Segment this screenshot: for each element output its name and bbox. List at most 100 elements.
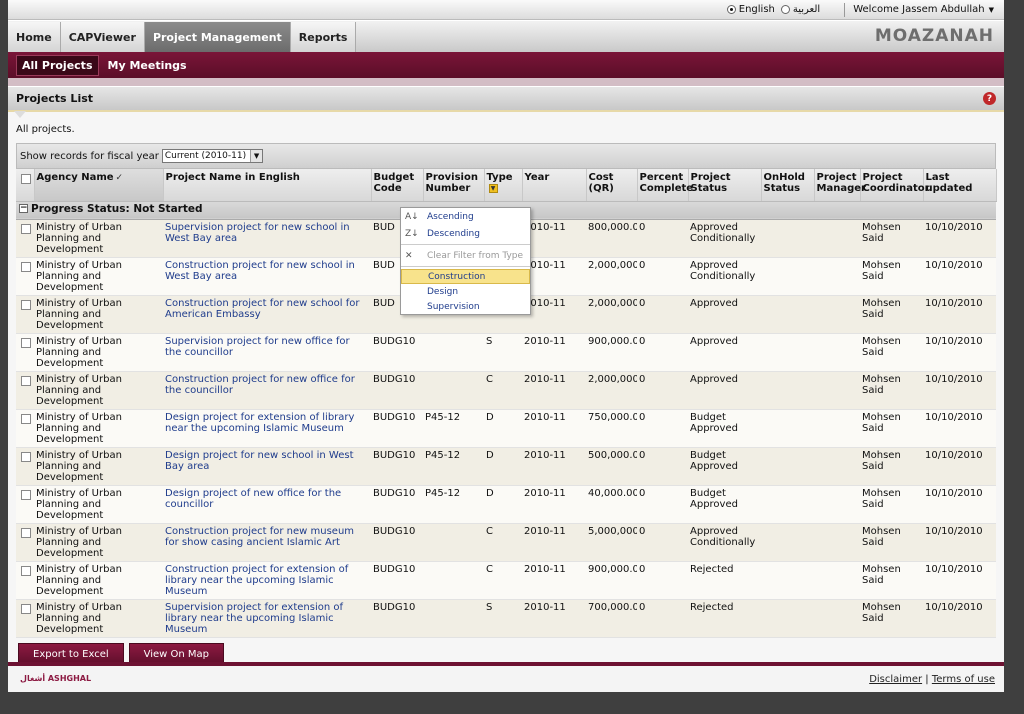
project-name-link[interactable]: Design project for extension of library … (163, 409, 371, 448)
status-cell: Budget Approved (688, 409, 761, 448)
table-row[interactable]: Ministry of Urban Planning and Developme… (16, 447, 996, 486)
col-percent-complete[interactable]: Percent Complete (637, 169, 693, 202)
project-name-link[interactable]: Construction project for new school for … (163, 295, 371, 334)
budget-code-cell: BUDG10 (371, 333, 423, 372)
col-provision-number[interactable]: Provision Number (423, 169, 485, 202)
table-row[interactable]: Ministry of Urban Planning and Developme… (16, 409, 996, 448)
tab-home[interactable]: Home (8, 22, 61, 52)
col-last-updated[interactable]: Last updated (923, 169, 997, 202)
updated-cell: 10/10/2010 (923, 599, 996, 638)
row-checkbox[interactable] (21, 223, 31, 234)
project-name-link[interactable]: Supervision project for new office for t… (163, 333, 371, 372)
subtab-all-projects[interactable]: All Projects (16, 54, 99, 76)
row-checkbox[interactable] (21, 451, 31, 462)
year-cell: 2010-11 (522, 599, 586, 638)
table-row[interactable]: Ministry of Urban Planning and Developme… (16, 561, 996, 600)
percent-cell: 0 (637, 447, 688, 486)
project-name-link[interactable]: Construction project for new museum for … (163, 523, 371, 562)
menu-clear-filter[interactable]: ✕ Clear Filter from Type (401, 247, 530, 264)
agency-cell: Ministry of Urban Planning and Developme… (34, 295, 163, 334)
year-cell: 2010-11 (522, 485, 586, 524)
percent-cell: 0 (637, 295, 688, 334)
coordinator-cell: Mohsen Said (860, 219, 923, 258)
tab-reports[interactable]: Reports (290, 22, 357, 52)
row-checkbox[interactable] (21, 261, 31, 272)
tab-project-management[interactable]: Project Management (144, 22, 291, 52)
radio-english[interactable] (726, 5, 736, 14)
select-all-checkbox[interactable] (21, 174, 31, 184)
col-year[interactable]: Year (522, 169, 587, 202)
radio-arabic[interactable] (780, 5, 790, 14)
menu-clear-filter-label: Clear Filter from Type (427, 250, 524, 261)
table-row[interactable]: Ministry of Urban Planning and Developme… (16, 333, 996, 372)
col-project-name[interactable]: Project Name in English (163, 169, 372, 202)
row-checkbox[interactable] (21, 489, 31, 500)
project-name-link[interactable]: Supervision project for extension of lib… (163, 599, 371, 638)
row-checkbox[interactable] (21, 565, 31, 576)
table-row[interactable]: Ministry of Urban Planning and Developme… (16, 371, 996, 410)
help-icon[interactable]: ? (983, 92, 996, 105)
year-cell: 2010-11 (522, 371, 586, 410)
chevron-down-icon: ▼ (988, 5, 994, 14)
onhold-cell (761, 409, 814, 448)
cost-cell: 2,000,000.00 (586, 257, 637, 296)
budget-code-cell: BUDG10 (371, 599, 423, 638)
row-checkbox[interactable] (21, 603, 31, 614)
disclaimer-link[interactable]: Disclaimer (869, 674, 922, 685)
manager-cell (814, 599, 860, 638)
project-name-link[interactable]: Design project for new school in West Ba… (163, 447, 371, 486)
filter-dropdown-icon[interactable]: ▼ (488, 183, 498, 193)
col-agency-name[interactable]: Agency Name ✓ (34, 169, 164, 202)
project-name-link[interactable]: Construction project for new office for … (163, 371, 371, 410)
row-checkbox[interactable] (21, 337, 31, 348)
col-onhold-status[interactable]: OnHold Status (761, 169, 815, 202)
col-cost[interactable]: Cost (QR) (586, 169, 638, 202)
table-row[interactable]: Ministry of Urban Planning and Developme… (16, 599, 996, 638)
fiscal-year-select[interactable]: Current (2010-11) ▼ (161, 149, 264, 163)
subtab-my-meetings[interactable]: My Meetings (103, 56, 192, 75)
language-english-label[interactable]: English (739, 4, 775, 15)
budget-code-cell: BUDG10 (371, 371, 423, 410)
type-cell: D (484, 485, 522, 524)
table-row[interactable]: Ministry of Urban Planning and Developme… (16, 485, 996, 524)
project-name-link[interactable]: Supervision project for new school in We… (163, 219, 371, 258)
type-cell: D (484, 447, 522, 486)
sort-indicator-icon: ✓ (115, 173, 124, 183)
status-cell: Approved (688, 371, 761, 410)
onhold-cell (761, 447, 814, 486)
menu-sort-ascending[interactable]: A↓ Ascending (401, 208, 530, 225)
tab-capviewer[interactable]: CAPViewer (60, 22, 145, 52)
percent-cell: 0 (637, 523, 688, 562)
table-row[interactable]: Ministry of Urban Planning and Developme… (16, 523, 996, 562)
language-arabic-label[interactable]: العربية (793, 4, 820, 15)
menu-filter-construction[interactable]: Construction (401, 269, 530, 284)
col-project-status[interactable]: Project Status (688, 169, 762, 202)
menu-sort-descending[interactable]: Z↓ Descending (401, 225, 530, 242)
row-checkbox[interactable] (21, 375, 31, 386)
project-name-link[interactable]: Construction project for new school in W… (163, 257, 371, 296)
updated-cell: 10/10/2010 (923, 219, 996, 258)
row-checkbox[interactable] (21, 413, 31, 424)
row-checkbox[interactable] (21, 527, 31, 538)
terms-of-use-link[interactable]: Terms of use (932, 674, 995, 685)
collapse-icon[interactable]: − (19, 204, 28, 213)
status-cell: Rejected (688, 599, 761, 638)
row-checkbox[interactable] (21, 299, 31, 310)
col-type[interactable]: Type▼ (484, 169, 523, 202)
row-select-cell (16, 295, 34, 334)
menu-filter-design[interactable]: Design (401, 284, 530, 299)
coordinator-cell: Mohsen Said (860, 447, 923, 486)
col-project-coordinator[interactable]: Project Coordinator (860, 169, 930, 202)
onhold-cell (761, 599, 814, 638)
col-project-manager[interactable]: Project Manager (814, 169, 866, 202)
project-name-link[interactable]: Design project of new office for the cou… (163, 485, 371, 524)
chevron-down-icon: ▼ (250, 150, 263, 162)
coordinator-cell: Mohsen Said (860, 599, 923, 638)
percent-cell: 0 (637, 219, 688, 258)
col-budget-code[interactable]: Budget Code (371, 169, 424, 202)
project-name-link[interactable]: Construction project for extension of li… (163, 561, 371, 600)
user-menu[interactable]: Welcome Jassem Abdullah ▼ (853, 4, 994, 15)
menu-filter-supervision[interactable]: Supervision (401, 299, 530, 314)
year-cell: 2010-11 (522, 295, 586, 334)
type-cell: C (484, 371, 522, 410)
